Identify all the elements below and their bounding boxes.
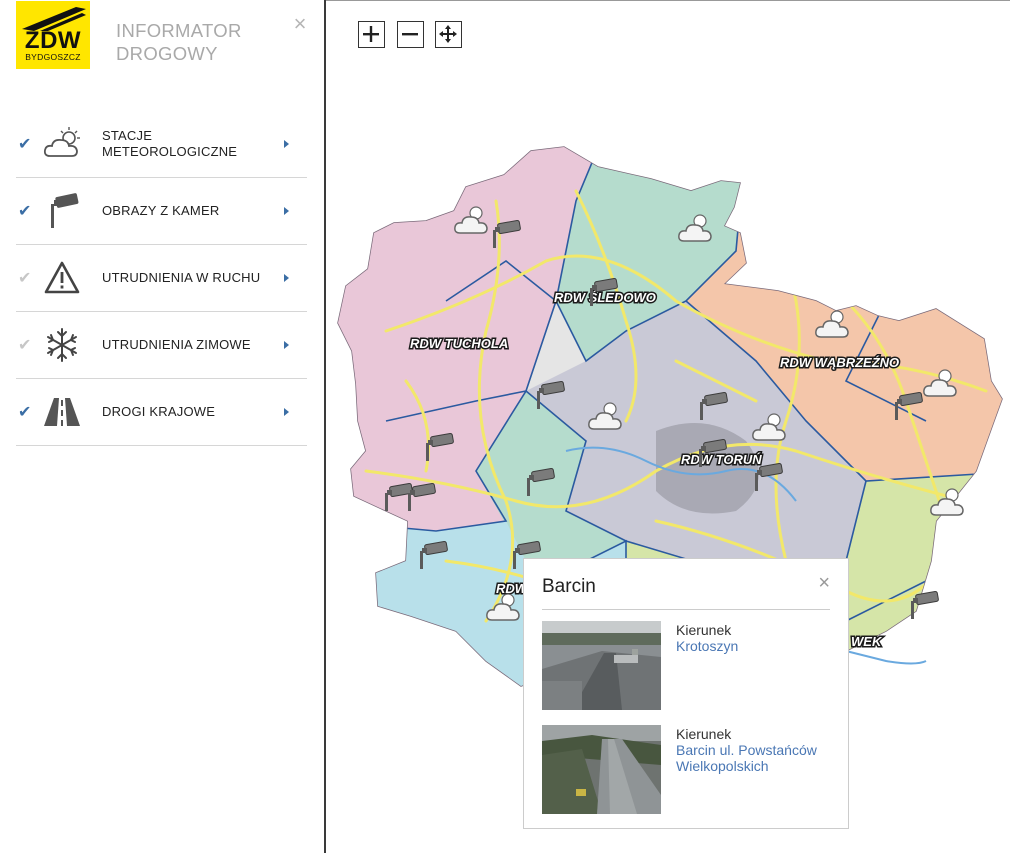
layer-list: ✔ STACJE METEOROLOGICZNE ✔ OBRAZY Z KAME… — [16, 111, 307, 446]
camera-direction-link[interactable]: Barcin ul. Powstańców Wielkopolskich — [676, 742, 836, 774]
logo-city: BYDGOSZCZ — [25, 52, 81, 62]
chevron-right-icon[interactable] — [284, 341, 289, 349]
logo-text: ZDW — [24, 27, 82, 54]
camera-entry: Kierunek Barcin ul. Powstańców Wielkopol… — [542, 725, 832, 815]
layer-item-cameras[interactable]: ✔ OBRAZY Z KAMER — [16, 178, 307, 245]
camera-entry: Kierunek Krotoszyn — [542, 621, 832, 711]
layer-label: STACJE METEOROLOGICZNE — [102, 128, 238, 159]
check-icon[interactable]: ✔ — [18, 402, 31, 422]
chevron-right-icon[interactable] — [284, 408, 289, 416]
plus-icon — [363, 26, 379, 42]
zoom-out-button[interactable] — [397, 21, 424, 48]
layer-label: UTRUDNIENIA ZIMOWE — [102, 337, 251, 352]
camera-image-road — [542, 725, 661, 814]
snowflake-icon — [47, 328, 77, 362]
layer-label: UTRUDNIENIA W RUCHU — [102, 270, 261, 285]
app-title-line2: DROGOWY — [116, 43, 218, 64]
region-label-tuchola: RDW TUCHOLA — [410, 336, 508, 351]
layer-label: DROGI KRAJOWE — [102, 404, 216, 419]
popup-title: Barcin — [542, 576, 596, 597]
move-arrows-icon — [439, 25, 457, 43]
weather-cloud-icon — [43, 127, 80, 157]
camera-direction-link[interactable]: Krotoszyn — [676, 638, 836, 654]
app-title-line1: INFORMATOR — [116, 20, 242, 41]
warning-triangle-icon — [44, 261, 80, 294]
camera-direction-label: Kierunek — [676, 622, 732, 638]
chevron-right-icon[interactable] — [284, 274, 289, 282]
camera-direction-label: Kierunek — [676, 726, 732, 742]
zoom-in-button[interactable] — [358, 21, 385, 48]
layer-item-winter-disruptions[interactable]: ✔ UTRUDNIENIA ZIMOWE — [16, 312, 307, 379]
app-title: INFORMATOR DROGOWY — [116, 19, 276, 65]
region-label-wabrzezno: RDW WĄBRZEŹNO — [780, 355, 899, 370]
check-icon[interactable]: ✔ — [18, 201, 31, 221]
region-label-torun: RDW TORUŃ — [681, 452, 762, 467]
layer-item-weather-stations[interactable]: ✔ STACJE METEOROLOGICZNE — [16, 111, 307, 178]
layer-label: OBRAZY Z KAMER — [102, 203, 220, 218]
sidebar-close-button[interactable]: × — [290, 13, 310, 35]
popup-close-button[interactable]: × — [818, 573, 830, 593]
minus-icon — [402, 33, 418, 36]
camera-popup: Barcin × Kierunek Krotoszyn Kierunek Bar… — [523, 558, 849, 829]
road-icon — [44, 398, 80, 426]
region-label-sledowo: RDW ŚLEDOWO — [554, 290, 656, 305]
camera-icon — [51, 193, 79, 228]
camera-thumbnail[interactable] — [542, 621, 661, 710]
popup-divider — [542, 609, 830, 610]
sidebar: ZDW BYDGOSZCZ INFORMATOR DROGOWY × ✔ STA… — [0, 0, 326, 853]
camera-image-road — [542, 621, 661, 710]
check-icon[interactable]: ✔ — [18, 335, 31, 355]
layer-item-national-roads[interactable]: ✔ DROGI KRAJOWE — [16, 379, 307, 446]
check-icon[interactable]: ✔ — [18, 134, 31, 154]
layer-item-traffic-disruptions[interactable]: ✔ UTRUDNIENIA W RUCHU — [16, 245, 307, 312]
camera-thumbnail[interactable] — [542, 725, 661, 814]
region-label-east: WEK — [851, 634, 883, 649]
chevron-right-icon[interactable] — [284, 140, 289, 148]
pan-button[interactable] — [435, 21, 462, 48]
zdw-logo[interactable]: ZDW BYDGOSZCZ — [16, 1, 90, 69]
chevron-right-icon[interactable] — [284, 207, 289, 215]
check-icon[interactable]: ✔ — [18, 268, 31, 288]
